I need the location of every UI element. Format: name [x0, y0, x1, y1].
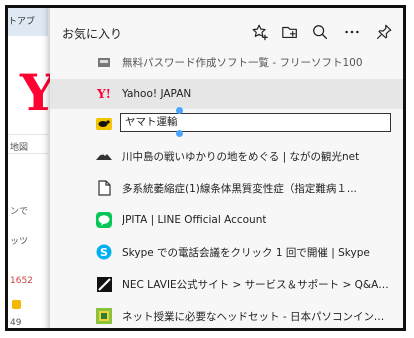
- yamato-icon: [96, 116, 112, 132]
- favorite-label: 川中島の戦いゆかりの地をめぐる | ながの観光net: [122, 150, 360, 163]
- background-tab[interactable]: トアブ: [8, 8, 48, 36]
- more-icon: [345, 30, 359, 34]
- background-text-3: ッツ: [10, 237, 29, 247]
- line-icon: [96, 212, 112, 228]
- background-badge: [12, 300, 21, 309]
- background-text-2: ンで: [10, 207, 29, 217]
- yahoo-icon: Y!: [97, 87, 111, 101]
- background-text-1: 地図: [10, 143, 29, 153]
- favorite-item[interactable]: S Skype での電話会議をクリック 1 回で開催 | Skype: [50, 237, 403, 267]
- more-options-button[interactable]: [339, 19, 365, 45]
- favorite-item[interactable]: 川中島の戦いゆかりの地をめぐる | ながの観光net: [50, 141, 403, 171]
- headset-site-icon: [96, 308, 112, 324]
- text-selection-handle[interactable]: [176, 130, 183, 137]
- favorite-item[interactable]: 多系統萎縮症(1)線条体黒質変性症（指定難病１...: [50, 173, 403, 203]
- favorite-item[interactable]: NEC LAVIE公式サイト > サービス＆サポート > Q&A ...: [50, 269, 403, 299]
- background-page: トアブ Y 地図 ンで ッツ 1652 49: [8, 8, 56, 328]
- add-folder-button[interactable]: [277, 19, 303, 45]
- favorite-item[interactable]: ヤマト運輸: [50, 107, 403, 139]
- svg-text:S: S: [100, 246, 108, 259]
- pin-panel-button[interactable]: [371, 19, 397, 45]
- panel-title: お気に入り: [62, 27, 123, 41]
- add-favorite-button[interactable]: [247, 19, 273, 45]
- text-selection-handle[interactable]: [176, 107, 183, 114]
- favorite-label: ネット授業に必要なヘッドセット - 日本パソコンインスト...: [122, 310, 390, 323]
- pin-icon: [376, 24, 392, 40]
- favorite-item[interactable]: JPITA | LINE Official Account: [50, 205, 403, 235]
- favorite-label: 無料パスワード作成ソフト一覧 - フリーソフト100: [122, 56, 363, 69]
- favorite-item[interactable]: Y! Yahoo! JAPAN: [50, 79, 403, 109]
- folder-add-icon: [282, 26, 297, 38]
- star-add-icon: [252, 24, 268, 41]
- search-icon: [313, 25, 328, 40]
- screenshot-frame: トアブ Y 地図 ンで ッツ 1652 49 お気に入り 無料パスワード作成ソフ…: [5, 5, 406, 331]
- favorite-item[interactable]: ネット授業に必要なヘッドセット - 日本パソコンインスト...: [50, 301, 403, 328]
- search-button[interactable]: [307, 19, 333, 45]
- nec-icon: [96, 276, 112, 292]
- background-text-5: 49: [10, 318, 22, 328]
- favorite-item[interactable]: 無料パスワード作成ソフト一覧 - フリーソフト100: [50, 47, 403, 77]
- rename-input[interactable]: ヤマト運輸: [120, 113, 391, 132]
- background-text-4: 1652: [10, 276, 33, 286]
- mountain-icon: [96, 148, 112, 164]
- favorite-label: Yahoo! JAPAN: [122, 88, 192, 100]
- favorites-panel: お気に入り 無料パスワード作成ソフト一覧 - フリーソフト100 Y! Yaho…: [50, 8, 403, 328]
- document-icon: [96, 180, 112, 196]
- favorite-label: 多系統萎縮症(1)線条体黒質変性症（指定難病１...: [122, 182, 357, 195]
- page-gray-icon: [96, 54, 112, 70]
- skype-icon: S: [96, 244, 112, 260]
- favorite-label: NEC LAVIE公式サイト > サービス＆サポート > Q&A ...: [122, 278, 390, 291]
- favorite-label: JPITA | LINE Official Account: [122, 214, 267, 226]
- favorite-label: Skype での電話会議をクリック 1 回で開催 | Skype: [122, 246, 370, 259]
